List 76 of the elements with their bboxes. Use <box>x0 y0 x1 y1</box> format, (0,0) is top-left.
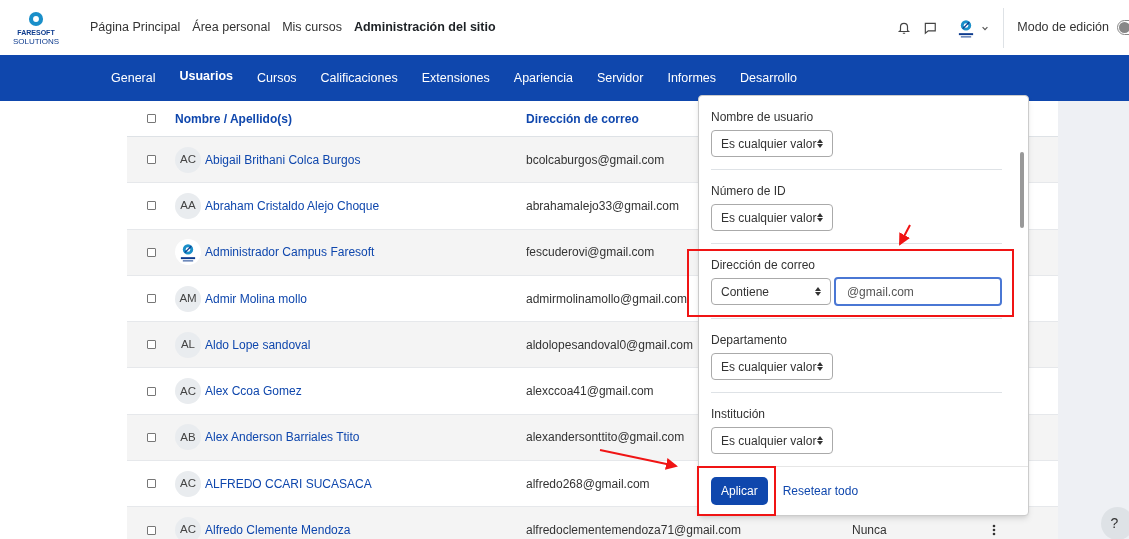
nav-link[interactable]: Área personal <box>192 18 271 37</box>
user-name-link[interactable]: Abigail Brithani Colca Burgos <box>205 150 361 169</box>
user-name-link[interactable]: Alex Ccoa Gomez <box>205 382 302 401</box>
sort-caret-icon <box>814 287 821 296</box>
row-checkbox[interactable] <box>146 247 156 257</box>
kebab-menu-icon[interactable] <box>992 524 996 536</box>
sort-caret-icon <box>817 139 823 148</box>
select-all-checkbox[interactable] <box>146 114 156 123</box>
filter-value-field[interactable]: @gmail.com <box>833 277 1002 306</box>
email-cell-text: fescuderovi@gmail.com <box>526 244 655 262</box>
operator-select[interactable]: Es cualquier valor <box>711 427 833 454</box>
row-checkbox[interactable] <box>146 294 156 304</box>
user-avatar: AM <box>175 285 201 312</box>
user-name-link[interactable]: Aldo Lope sandoval <box>205 335 311 354</box>
operator-select[interactable]: Es cualquier valor <box>711 353 833 380</box>
filter-label: Institución <box>711 407 767 421</box>
email-cell-text: admirmolinamollo@gmail.com <box>526 290 687 308</box>
email-cell-text: alfredoclementemendoza71@gmail.com <box>526 522 741 539</box>
user-name-link[interactable]: ALFREDO CCARI SUCASACA <box>205 474 372 493</box>
row-checkbox[interactable] <box>146 432 156 442</box>
email-cell-text: alfredo268@gmail.com <box>526 475 650 493</box>
user-name-link[interactable]: Alfredo Clemente Mendoza <box>205 521 351 539</box>
apply-button[interactable]: Aplicar <box>711 477 768 505</box>
email-cell-text: alexandersonttito@gmail.com <box>526 429 685 447</box>
user-avatar: AC <box>175 517 201 539</box>
sort-caret-icon <box>817 436 823 445</box>
row-checkbox[interactable] <box>146 155 156 165</box>
user-avatar: AC <box>175 470 201 497</box>
email-cell-text: alexccoa41@gmail.com <box>526 383 654 401</box>
filter-label: Departamento <box>711 333 789 347</box>
user-name-link[interactable]: Abraham Cristaldo Alejo Choque <box>205 196 380 215</box>
operator-select[interactable]: Contiene <box>711 278 831 305</box>
admin-tab[interactable]: Servidor <box>596 68 644 88</box>
column-header[interactable]: Dirección de correo <box>526 109 639 128</box>
filter-label: Nombre de usuario <box>711 110 815 124</box>
user-avatar: AL <box>175 331 201 358</box>
bell-icon[interactable] <box>897 20 912 35</box>
user-avatar: AC <box>175 146 201 173</box>
admin-tab[interactable]: Cursos <box>257 68 297 88</box>
nav-link[interactable]: Mis cursos <box>282 18 342 37</box>
column-header[interactable]: Nombre / Apellido(s) <box>175 109 526 128</box>
email-cell-text: abrahamalejo33@gmail.com <box>526 197 679 215</box>
user-avatar: AC <box>175 378 201 405</box>
admin-tab[interactable]: Desarrollo <box>740 68 798 88</box>
admin-tab[interactable]: Informes <box>667 68 717 88</box>
nav-link[interactable]: Página Principal <box>90 18 181 37</box>
email-cell-text: aldolopesandoval0@gmail.com <box>526 336 693 354</box>
sort-caret-icon <box>817 213 823 222</box>
last-access-cell-text: Nunca <box>852 522 888 539</box>
operator-select[interactable]: Es cualquier valor <box>711 204 833 231</box>
user-avatar: AA <box>175 192 201 219</box>
admin-tab[interactable]: General <box>111 68 156 88</box>
admin-tab[interactable]: Extensiones <box>421 68 490 88</box>
row-checkbox[interactable] <box>146 340 156 350</box>
admin-tab[interactable]: Usuarios <box>179 67 233 86</box>
reset-all-link[interactable]: Resetear todo <box>782 482 859 500</box>
pointer-arrow <box>899 224 911 246</box>
user-avatar: AB <box>175 424 201 451</box>
user-name-link[interactable]: Alex Anderson Barriales Ttito <box>205 428 360 447</box>
admin-tab[interactable]: Calificaciones <box>320 68 398 88</box>
operator-select[interactable]: Es cualquier valor <box>711 130 833 157</box>
nav-link[interactable]: Administración del sitio <box>353 18 496 37</box>
email-cell-text: bcolcaburgos@gmail.com <box>526 151 665 169</box>
chat-icon[interactable] <box>923 20 938 35</box>
edit-mode-label: Modo de edición <box>1017 19 1109 37</box>
row-checkbox[interactable] <box>146 479 156 489</box>
user-name-link[interactable]: Admir Molina mollo <box>205 289 308 308</box>
row-checkbox[interactable] <box>146 201 156 211</box>
row-checkbox[interactable] <box>146 386 156 396</box>
row-checkbox[interactable] <box>146 525 156 535</box>
filter-label: Número de ID <box>711 184 787 198</box>
sort-caret-icon <box>817 362 823 371</box>
filter-label: Dirección de correo <box>711 258 817 272</box>
user-name-link[interactable]: Administrador Campus Faresoft <box>205 243 375 262</box>
admin-tab[interactable]: Apariencia <box>513 68 573 88</box>
brand-tagline: SOLUTIONS <box>12 36 60 47</box>
